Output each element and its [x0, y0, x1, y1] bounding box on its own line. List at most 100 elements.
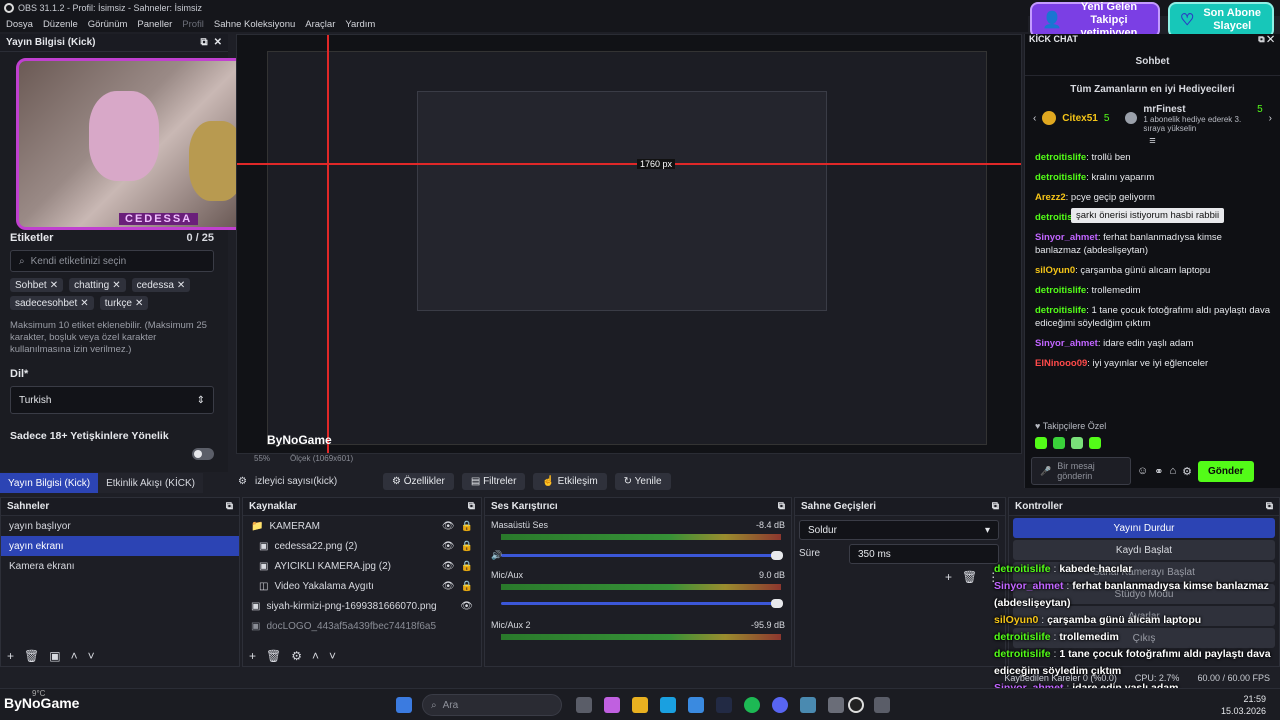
chat-message[interactable]: Arezz2: pcye geçip geliyorm: [1025, 191, 1280, 204]
menu-sahne-koleksiyonu[interactable]: Sahne Koleksiyonu: [214, 19, 295, 30]
add-icon[interactable]: +: [945, 570, 952, 584]
menu-paneller[interactable]: Paneller: [137, 19, 172, 30]
source-item[interactable]: ▣ AYICIKLI KAMERA.jpg (2) 👁 🔒: [243, 556, 481, 576]
undock-icon[interactable]: ⧉: [1266, 501, 1273, 512]
chat-username[interactable]: Arezz2: [1035, 192, 1066, 203]
scene-item[interactable]: yayın başlıyor: [1, 516, 239, 536]
chat-username[interactable]: detroitislife: [1035, 305, 1086, 316]
trash-icon[interactable]: 🗑: [266, 649, 281, 663]
chat-username[interactable]: Sinyor_ahmet: [1035, 232, 1098, 243]
chat-message[interactable]: detroitislife: 1 tane çocuk fotoğrafımı …: [1025, 304, 1280, 330]
undock-icon[interactable]: ⧉: [200, 37, 207, 48]
send-button[interactable]: Gönder: [1197, 460, 1254, 482]
source-item[interactable]: ▣ siyah-kirmizi-png-1699381666070.png 👁: [243, 596, 481, 616]
transition-select[interactable]: Soldur ▾: [799, 520, 999, 540]
remove-icon[interactable]: ✕: [80, 298, 88, 309]
speaker-icon[interactable]: 🔊: [491, 550, 502, 561]
eye-icon[interactable]: 👁: [442, 541, 455, 552]
eye-icon[interactable]: 👁: [442, 581, 455, 592]
stop-stream-button[interactable]: Yayını Durdur: [1013, 518, 1275, 538]
undock-icon[interactable]: ⧉: [778, 501, 785, 512]
tag-chip[interactable]: cedessa ✕: [131, 278, 191, 292]
settings-icon[interactable]: [874, 697, 890, 713]
eye-icon[interactable]: 👁: [442, 521, 455, 532]
taskbar-search[interactable]: ⌕ Ara: [422, 694, 562, 716]
chat-message[interactable]: Sinyor_ahmet: ferhat banlanmadıysa kimse…: [1025, 231, 1280, 257]
remove-icon[interactable]: ✕: [50, 280, 58, 291]
add-icon[interactable]: +: [7, 649, 14, 663]
undock-icon[interactable]: ⧉: [468, 501, 475, 512]
chevron-left-icon[interactable]: ‹: [1033, 113, 1036, 124]
refresh-button[interactable]: ↻ Yenile: [614, 472, 671, 490]
trash-icon[interactable]: 🗑: [24, 649, 39, 663]
chat-message[interactable]: silOyun0: çarşamba günü alıcam laptopu: [1025, 264, 1280, 277]
chat-username[interactable]: detroitislife: [1035, 172, 1086, 183]
edge-icon[interactable]: [660, 697, 676, 713]
copilot-icon[interactable]: [604, 697, 620, 713]
source-item[interactable]: ▣ cedessa22.png (2) 👁 🔒: [243, 536, 481, 556]
tags-input[interactable]: ⌕ Kendi etiketinizi seçin: [10, 250, 214, 272]
task-view-icon[interactable]: [576, 697, 592, 713]
emote-icon[interactable]: [1089, 437, 1101, 449]
tag-chip[interactable]: turkçe ✕: [99, 296, 149, 310]
lock-icon[interactable]: 🔒: [461, 581, 473, 592]
chat-input[interactable]: 🎤 Bir mesaj gönderin: [1031, 457, 1131, 485]
volume-slider[interactable]: [501, 599, 783, 608]
discord-icon[interactable]: [772, 697, 788, 713]
chat-message[interactable]: detroitislife: trollemedim: [1025, 284, 1280, 297]
undock-icon[interactable]: ⧉ ✕: [1258, 34, 1274, 48]
file-explorer-icon[interactable]: [632, 697, 648, 713]
source-item[interactable]: 📁 KAMERAM 👁 🔒: [243, 516, 481, 536]
menu-gorunum[interactable]: Görünüm: [88, 19, 128, 30]
store-icon[interactable]: ⌂: [1169, 465, 1176, 477]
tab-stream-info[interactable]: Yayın Bilgisi (Kick): [0, 473, 99, 493]
adult-toggle[interactable]: [192, 448, 214, 460]
down-icon[interactable]: ˅: [329, 649, 336, 663]
menu-duzenle[interactable]: Düzenle: [43, 19, 78, 30]
emoji-icon[interactable]: ☺: [1137, 465, 1148, 477]
filters-button[interactable]: ▤ Filtreler: [461, 472, 526, 490]
chat-tab[interactable]: Sohbet: [1025, 48, 1280, 76]
menu-dosya[interactable]: Dosya: [6, 19, 33, 30]
app-icon[interactable]: [800, 697, 816, 713]
canvas-preview[interactable]: 1760 px ByNoGame: [236, 34, 1022, 454]
remove-icon[interactable]: ✕: [112, 280, 120, 291]
chat-username[interactable]: detroitislife: [1035, 285, 1086, 296]
eye-icon[interactable]: 👁: [460, 601, 473, 612]
chat-message[interactable]: detroitislife: kralını yaparım: [1025, 171, 1280, 184]
spotify-icon[interactable]: [744, 697, 760, 713]
lock-icon[interactable]: 🔒: [461, 541, 473, 552]
obs-taskbar-icon[interactable]: [848, 697, 864, 713]
chat-message[interactable]: Sinyor_ahmet: idare edin yaşlı adam: [1025, 337, 1280, 350]
remove-icon[interactable]: ✕: [135, 298, 143, 309]
language-select[interactable]: Turkish ⇕: [10, 386, 214, 414]
tag-chip[interactable]: Sohbet ✕: [10, 278, 64, 292]
eye-icon[interactable]: 👁: [442, 561, 455, 572]
scene-item[interactable]: Kamera ekranı: [1, 556, 239, 576]
tag-chip[interactable]: chatting ✕: [69, 278, 126, 292]
undock-icon[interactable]: ⧉: [992, 501, 999, 512]
filter-icon[interactable]: ▣: [49, 649, 60, 663]
gear-icon[interactable]: ⚙: [1182, 465, 1192, 478]
chevron-right-icon[interactable]: ›: [1269, 113, 1272, 124]
remove-icon[interactable]: ✕: [177, 280, 185, 291]
emote-icon[interactable]: [1035, 437, 1047, 449]
chat-username[interactable]: silOyun0: [1035, 265, 1075, 276]
source-item[interactable]: ◫ Video Yakalama Aygıtı 👁 🔒: [243, 576, 481, 596]
trash-icon[interactable]: 🗑: [962, 570, 977, 584]
chat-username[interactable]: ElNinooo09: [1035, 358, 1087, 369]
add-icon[interactable]: +: [249, 649, 256, 663]
scene-item[interactable]: yayın ekranı: [1, 536, 239, 556]
chain-icon[interactable]: ⚭: [1154, 465, 1163, 478]
chat-message[interactable]: ElNinooo09: iyi yayınlar ve iyi eğlencel…: [1025, 357, 1280, 370]
menu-profil[interactable]: Profil: [182, 19, 204, 30]
tag-chip[interactable]: sadecesohbet ✕: [10, 296, 94, 310]
source-item[interactable]: ▣ docLOGO_443af5a439fbec74418f6a5b0dd0: [243, 616, 481, 636]
properties-button[interactable]: ⚙ Özellikler: [382, 472, 454, 490]
duration-input[interactable]: 350 ms: [849, 544, 999, 564]
tab-activity-feed[interactable]: Etkinlik Akışı (KİCK): [98, 473, 203, 493]
store-icon[interactable]: [688, 697, 704, 713]
emote-icon[interactable]: [1071, 437, 1083, 449]
start-recording-button[interactable]: Kaydı Başlat: [1013, 540, 1275, 560]
clock[interactable]: 21:59 15.03.2026: [1221, 693, 1266, 717]
